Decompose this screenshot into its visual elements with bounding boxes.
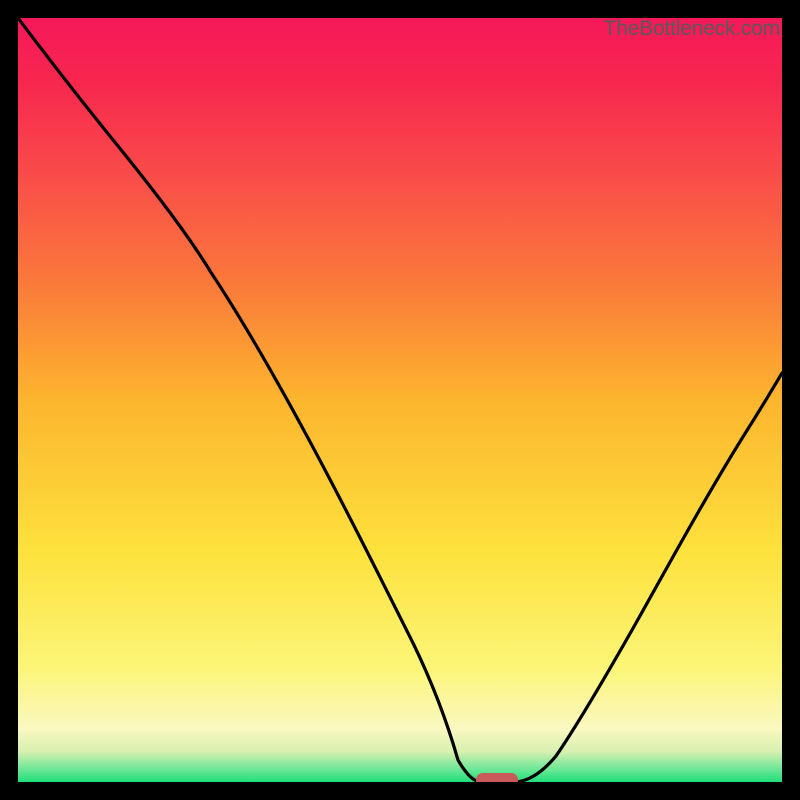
optimal-marker — [476, 773, 518, 782]
curve-layer — [18, 18, 782, 782]
chart-frame: TheBottleneck.com — [0, 0, 800, 800]
bottleneck-curve — [18, 18, 782, 782]
watermark-text: TheBottleneck.com — [604, 18, 780, 41]
plot-area: TheBottleneck.com — [18, 18, 782, 782]
